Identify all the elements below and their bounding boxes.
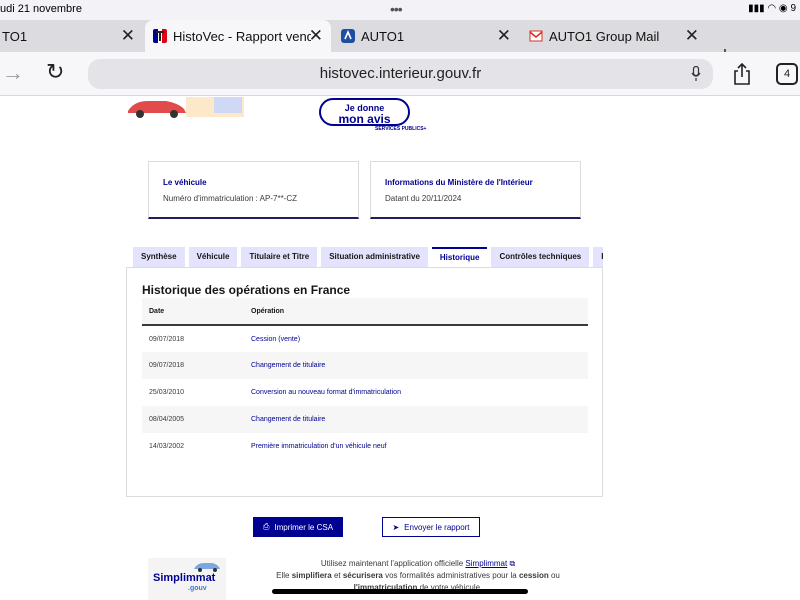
browser-tab-auto1[interactable]: AUTO1 ✕	[333, 20, 519, 52]
row-date: 14/03/2002	[142, 433, 244, 460]
ministry-card-title: Informations du Ministère de l'Intérieur	[385, 178, 533, 187]
promo-text: vos formalités administratives pour la	[382, 571, 519, 580]
ministry-card: Informations du Ministère de l'Intérieur…	[370, 161, 581, 219]
battery-icon: ◉	[778, 3, 788, 14]
promo-line1: Utilisez maintenant l'application offici…	[256, 558, 580, 570]
status-bar: udi 21 novembre ••• ▮▮▮ ◠ ◉ 9	[0, 0, 800, 20]
send-label: Envoyer le rapport	[404, 522, 470, 532]
status-right: ▮▮▮ ◠ ◉ 9	[748, 3, 796, 14]
home-indicator[interactable]	[272, 589, 528, 594]
history-title: Historique des opérations en France	[142, 283, 351, 297]
tab-vehicule[interactable]: Véhicule	[188, 247, 238, 267]
table-row: 14/03/2002 Première immatriculation d'un…	[142, 433, 588, 460]
promo-text: Elle	[276, 571, 292, 580]
promo-text: Utilisez maintenant l'application offici…	[320, 559, 466, 568]
send-icon: ➤	[392, 522, 400, 532]
tab-kilometrage[interactable]: Kilométrage	[593, 247, 603, 267]
tab-title: HistoVec - Rapport vendeur	[173, 28, 311, 44]
reload-icon[interactable]: ↻	[46, 59, 64, 85]
column-header-date: Date	[142, 298, 244, 326]
tab-titulaire[interactable]: Titulaire et Titre	[241, 247, 318, 267]
external-link-icon: ⧉	[509, 559, 516, 568]
table-row: 25/03/2010 Conversion au nouveau format …	[142, 379, 588, 406]
multitask-dots[interactable]: •••	[390, 1, 403, 17]
row-operation: Conversion au nouveau format d'immatricu…	[244, 379, 588, 406]
simplimmat-name: Simplimmat	[153, 572, 216, 584]
tab-historique[interactable]: Historique	[431, 247, 488, 267]
table-row: 09/07/2018 Changement de titulaire	[142, 352, 588, 379]
vehicle-card-title: Le véhicule	[163, 178, 207, 187]
print-csa-button[interactable]: ⎙ Imprimer le CSA	[253, 517, 343, 537]
share-icon[interactable]	[732, 62, 752, 86]
column-header-operation: Opération	[244, 298, 588, 326]
tab-synthese[interactable]: Synthèse	[133, 247, 185, 267]
histovec-favicon-icon	[153, 29, 167, 43]
battery-level: 9	[790, 3, 796, 14]
row-operation: Changement de titulaire	[244, 406, 588, 433]
browser-toolbar: → ↻ histovec.interieur.gouv.fr	[0, 52, 800, 96]
close-tab-icon[interactable]: ✕	[497, 26, 511, 46]
simplimmat-logo[interactable]: Simplimmat .gouv	[148, 558, 226, 600]
tab-title: TO1	[2, 28, 28, 44]
browser-tab-strip: TO1 ✕ HistoVec - Rapport vendeur ✕ AUTO1…	[0, 20, 800, 66]
vehicle-card: Le véhicule Numéro d'immatriculation : A…	[148, 161, 359, 219]
auto1-favicon-icon	[341, 29, 355, 43]
promo-text: ou	[548, 571, 560, 580]
history-table: Date Opération 09/07/2018 Cession (vente…	[142, 298, 588, 460]
row-date: 08/04/2005	[142, 406, 244, 433]
report-tabs: Synthèse Véhicule Titulaire et Titre Situat…	[133, 247, 603, 267]
close-tab-icon[interactable]: ✕	[121, 26, 135, 46]
printer-icon: ⎙	[262, 522, 270, 531]
table-row: 09/07/2018 Cession (vente)	[142, 325, 588, 352]
promo-bold: cession	[518, 571, 549, 580]
donner-avis-button[interactable]: Je donne mon avis	[319, 98, 410, 126]
row-operation: Première immatriculation d'un véhicule n…	[244, 433, 588, 460]
promo-bold: sécurisera	[342, 571, 383, 580]
url-text: histovec.interieur.gouv.fr	[319, 65, 482, 82]
web-page: Je donne mon avis SERVICES PUBLICS+ Le v…	[0, 97, 800, 600]
row-date: 09/07/2018	[142, 325, 244, 352]
print-label: Imprimer le CSA	[274, 522, 334, 532]
simplimmat-gouv: .gouv	[188, 585, 207, 592]
services-publics-logo: SERVICES PUBLICS+	[375, 126, 427, 132]
signal-icon: ▮▮▮	[748, 3, 765, 14]
table-row: 08/04/2005 Changement de titulaire	[142, 406, 588, 433]
gmail-favicon-icon	[529, 30, 543, 42]
row-operation: Cession (vente)	[244, 325, 588, 352]
status-time: udi 21 novembre	[0, 3, 82, 15]
tab-title: AUTO1	[361, 28, 405, 44]
row-date: 09/07/2018	[142, 352, 244, 379]
car-illustration-image	[126, 97, 244, 119]
tab-situation-administrative[interactable]: Situation administrative	[321, 247, 428, 267]
tab-overview-button[interactable]: 4	[776, 63, 798, 85]
avis-line2: mon avis	[338, 112, 391, 126]
ministry-card-text: Datant du 20/11/2024	[385, 194, 462, 203]
tab-title: AUTO1 Group Mail	[549, 28, 660, 44]
forward-arrow-icon[interactable]: →	[2, 60, 24, 86]
close-tab-icon[interactable]: ✕	[309, 26, 323, 46]
car-logo-icon	[194, 563, 220, 572]
tab-controles-techniques[interactable]: Contrôles techniques	[491, 247, 590, 267]
close-tab-icon[interactable]: ✕	[685, 26, 699, 46]
wifi-icon: ◠	[767, 3, 777, 14]
browser-tab-auto1-mail[interactable]: AUTO1 Group Mail ✕	[521, 20, 707, 52]
vehicle-card-text: Numéro d'immatriculation : AP-7**-CZ	[163, 194, 298, 203]
browser-tab-histovec[interactable]: HistoVec - Rapport vendeur ✕	[145, 20, 331, 52]
address-bar[interactable]: histovec.interieur.gouv.fr	[88, 59, 713, 89]
row-operation: Changement de titulaire	[244, 352, 588, 379]
promo-bold: simplifiera	[291, 571, 332, 580]
send-report-button[interactable]: ➤ Envoyer le rapport	[382, 517, 480, 537]
simplimmat-link[interactable]: Simplimmat	[465, 559, 507, 568]
browser-tab-auto1-left[interactable]: TO1 ✕	[0, 20, 143, 52]
promo-text: et	[331, 571, 343, 580]
promo-line2: Elle simplifiera et sécurisera vos forma…	[256, 570, 580, 582]
row-date: 25/03/2010	[142, 379, 244, 406]
microphone-icon[interactable]	[691, 66, 701, 82]
